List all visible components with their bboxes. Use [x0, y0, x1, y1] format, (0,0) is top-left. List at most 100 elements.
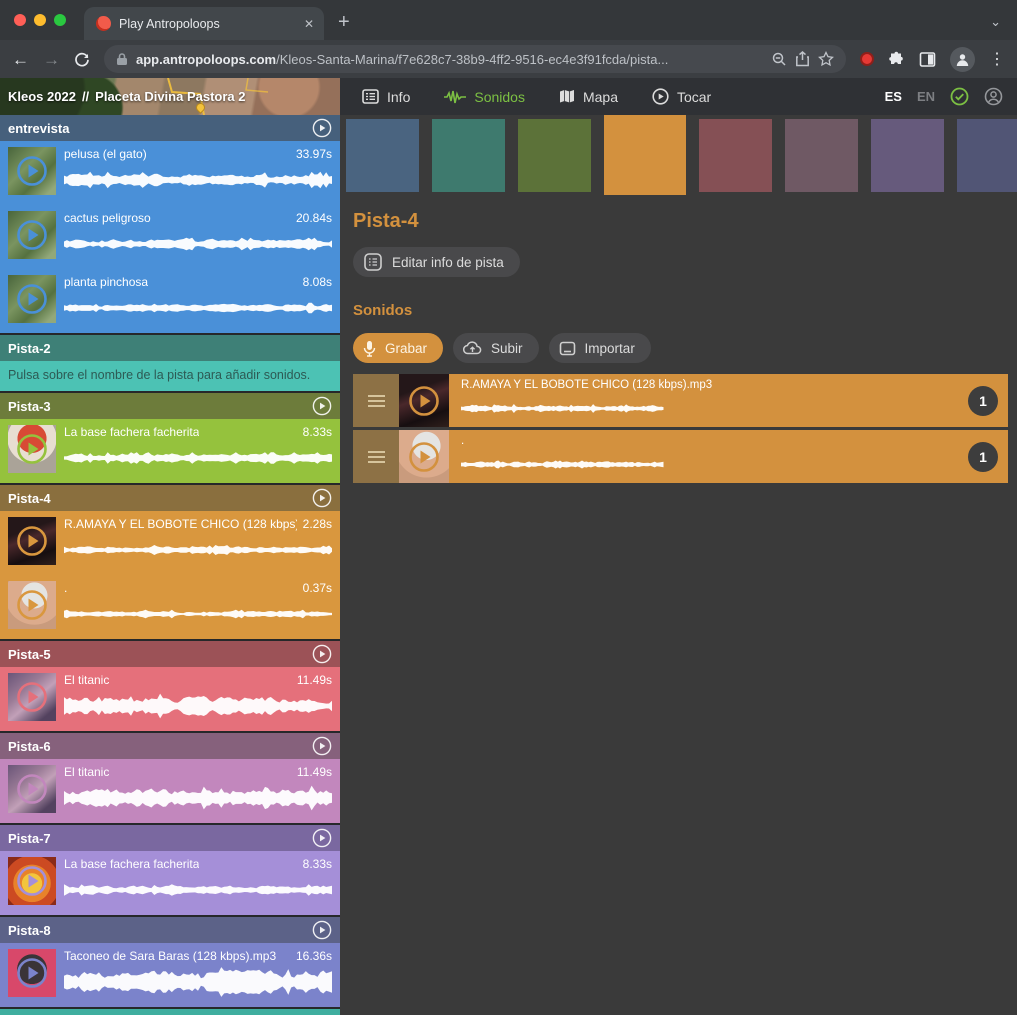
sound-item[interactable]: La base fachera facherita 8.33s	[0, 851, 340, 915]
browser-tab[interactable]: Play Antropoloops ✕	[84, 7, 324, 40]
play-button-icon[interactable]	[15, 680, 49, 714]
drag-handle[interactable]	[353, 430, 399, 483]
zoom-out-icon[interactable]	[771, 51, 787, 67]
track-header[interactable]: entrevista	[0, 115, 340, 141]
waveform	[64, 165, 332, 195]
track-play-button[interactable]	[312, 828, 332, 848]
profile-avatar[interactable]	[950, 47, 975, 72]
panel-sound-row[interactable]: R.AMAYA Y EL BOBOTE CHICO (128 kbps).mp3…	[353, 374, 1008, 427]
side-panel-icon[interactable]	[919, 51, 936, 68]
track-header[interactable]: Pista-3	[0, 393, 340, 419]
track-swatch-1[interactable]	[346, 119, 419, 192]
play-button-icon[interactable]	[15, 154, 49, 188]
address-bar[interactable]: app.antropoloops.com/Kleos-Santa-Marina/…	[104, 45, 846, 73]
drag-handle[interactable]	[353, 374, 399, 427]
sound-thumbnail[interactable]	[8, 857, 56, 905]
tab-close-icon[interactable]: ✕	[304, 17, 314, 31]
sound-thumbnail[interactable]	[399, 430, 449, 483]
breadcrumb-page[interactable]: Placeta Divina Pastora 2	[95, 89, 245, 104]
play-button-icon[interactable]	[15, 218, 49, 252]
track-play-button[interactable]	[312, 396, 332, 416]
sound-thumbnail[interactable]	[8, 949, 56, 997]
sound-thumbnail[interactable]	[399, 374, 449, 427]
play-button-icon[interactable]	[407, 384, 441, 418]
sound-info: R.AMAYA Y EL BOBOTE CHICO (128 kbps).mp3	[449, 374, 968, 427]
nav-item-mapa[interactable]: Mapa	[559, 89, 618, 105]
extensions-puzzle-icon[interactable]	[888, 51, 905, 68]
track-header[interactable]: Pista-2	[0, 335, 340, 361]
macos-traffic-lights[interactable]	[0, 0, 84, 40]
play-button-icon[interactable]	[407, 440, 441, 474]
project-banner[interactable]: Kleos 2022//Placeta Divina Pastora 2	[0, 78, 340, 115]
account-icon[interactable]	[984, 87, 1003, 106]
track-swatch-6[interactable]	[785, 119, 858, 192]
play-button-icon[interactable]	[15, 588, 49, 622]
track-play-button[interactable]	[312, 118, 332, 138]
track-play-button[interactable]	[312, 920, 332, 940]
sound-item[interactable]: R.AMAYA Y EL BOBOTE CHICO (128 kbps)....…	[0, 511, 340, 575]
share-icon[interactable]	[795, 51, 810, 67]
track-play-button[interactable]	[312, 736, 332, 756]
track-header[interactable]: Pista-6	[0, 733, 340, 759]
sound-item[interactable]: El titanic 11.49s	[0, 759, 340, 823]
nav-item-sonidos[interactable]: Sonidos	[444, 89, 525, 105]
track-swatch-3[interactable]	[518, 119, 591, 192]
back-button[interactable]: ←	[12, 51, 29, 68]
lang-en-button[interactable]: EN	[917, 89, 935, 104]
nav-item-info[interactable]: Info	[362, 89, 410, 105]
close-window-button[interactable]	[14, 14, 26, 26]
track-swatch-7[interactable]	[871, 119, 944, 192]
import-button[interactable]: Importar	[549, 333, 651, 363]
sound-item[interactable]: El titanic 11.49s	[0, 667, 340, 731]
sound-item[interactable]: planta pinchosa 8.08s	[0, 269, 340, 333]
recording-extension-icon[interactable]	[860, 52, 874, 66]
track-play-button[interactable]	[312, 488, 332, 508]
track-swatch-4[interactable]	[604, 115, 686, 195]
sound-thumbnail[interactable]	[8, 517, 56, 565]
sound-thumbnail[interactable]	[8, 425, 56, 473]
zoom-window-button[interactable]	[54, 14, 66, 26]
lang-es-button[interactable]: ES	[885, 89, 902, 104]
breadcrumb-project[interactable]: Kleos 2022	[8, 89, 76, 104]
minimize-window-button[interactable]	[34, 14, 46, 26]
track-swatch-8[interactable]	[957, 119, 1017, 192]
track-header[interactable]: Pista-4	[0, 485, 340, 511]
sound-item[interactable]: pelusa (el gato) 33.97s	[0, 141, 340, 205]
play-button-icon[interactable]	[15, 772, 49, 806]
sound-item[interactable]: Taconeo de Sara Baras (128 kbps).mp3 16.…	[0, 943, 340, 1007]
sound-thumbnail[interactable]	[8, 275, 56, 323]
play-button-icon[interactable]	[15, 864, 49, 898]
play-button-icon[interactable]	[15, 282, 49, 316]
saved-check-icon[interactable]	[950, 87, 969, 106]
reload-button[interactable]	[74, 51, 90, 67]
sound-thumbnail[interactable]	[8, 581, 56, 629]
sound-thumbnail[interactable]	[8, 147, 56, 195]
nav-item-tocar[interactable]: Tocar	[652, 88, 711, 105]
tab-search-chevron-icon[interactable]: ⌄	[990, 14, 1001, 30]
track-header[interactable]: Pista-7	[0, 825, 340, 851]
track-swatch-2[interactable]	[432, 119, 505, 192]
sound-thumbnail[interactable]	[8, 673, 56, 721]
bookmark-star-icon[interactable]	[818, 51, 834, 67]
play-button-icon[interactable]	[15, 956, 49, 990]
new-tab-button[interactable]: +	[338, 11, 350, 34]
play-button-icon[interactable]	[15, 524, 49, 558]
sound-thumbnail[interactable]	[8, 765, 56, 813]
panel-sound-row[interactable]: . 1	[353, 430, 1008, 483]
sound-item[interactable]: La base fachera facherita 8.33s	[0, 419, 340, 483]
browser-menu-icon[interactable]: ⋮	[989, 49, 1005, 69]
track-header[interactable]: Pista-8	[0, 917, 340, 943]
track-swatch-5[interactable]	[699, 119, 772, 192]
sound-thumbnail[interactable]	[8, 211, 56, 259]
edit-track-info-button[interactable]: Editar info de pista	[353, 247, 520, 277]
record-button[interactable]: Grabar	[353, 333, 443, 363]
play-button-icon[interactable]	[15, 432, 49, 466]
sound-item[interactable]: cactus peligroso 20.84s	[0, 205, 340, 269]
lock-icon[interactable]	[116, 52, 128, 66]
track-header[interactable]: Pista-5	[0, 641, 340, 667]
forward-button[interactable]: →	[43, 51, 60, 68]
sound-item[interactable]: . 0.37s	[0, 575, 340, 639]
track-play-button[interactable]	[312, 644, 332, 664]
sound-info: El titanic 11.49s	[64, 673, 332, 727]
upload-button[interactable]: Subir	[453, 333, 539, 363]
